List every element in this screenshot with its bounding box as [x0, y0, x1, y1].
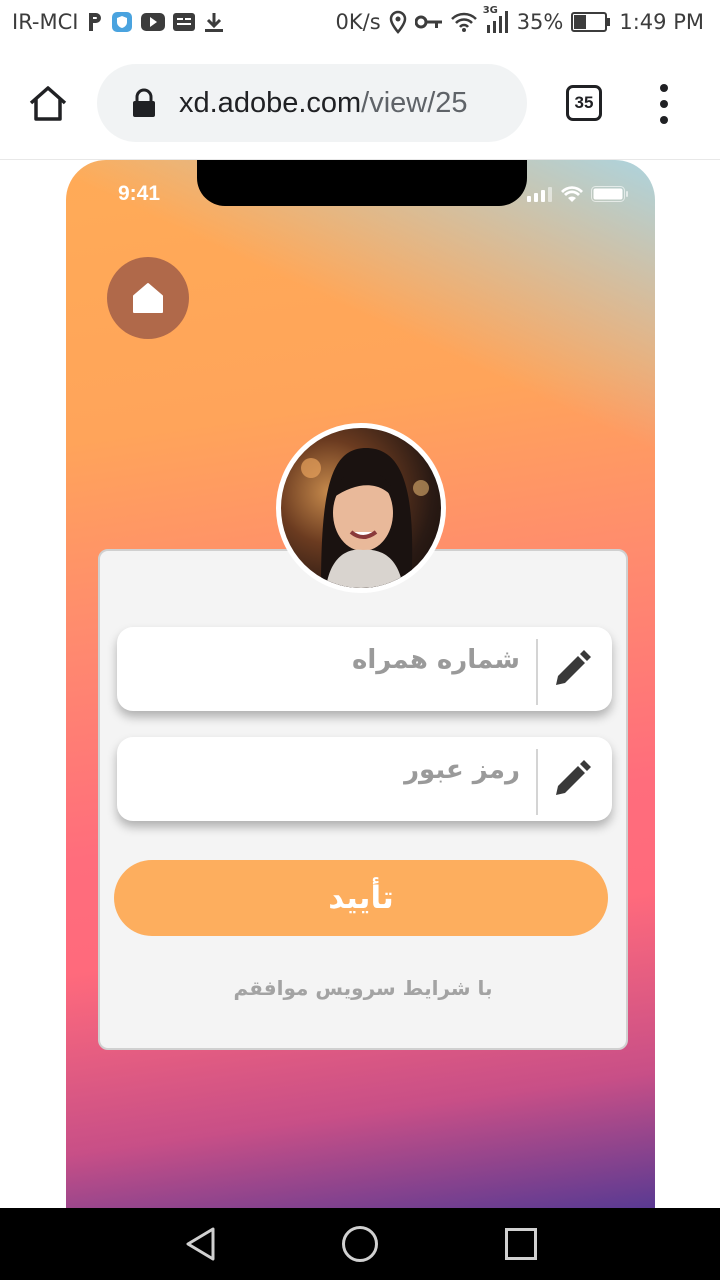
nav-home-button[interactable]	[342, 1226, 378, 1262]
shield-icon	[111, 11, 133, 33]
confirm-button[interactable]: تأیید	[114, 860, 608, 936]
url-path: /view/25	[361, 86, 468, 119]
clock: 1:49 PM	[619, 10, 704, 34]
tab-count: 35	[574, 93, 594, 112]
login-card: شماره همراه رمز عبور تأیید با شرایط سروی…	[98, 549, 628, 1050]
tab-switcher-button[interactable]: 35	[566, 85, 602, 121]
phone-placeholder: شماره همراه	[351, 645, 520, 675]
terms-link[interactable]: با شرایط سرویس موافقم	[100, 976, 626, 1000]
ios-signal-icon	[527, 187, 552, 202]
status-bar: IR-MCI 0K/s 3G 35% 1:49 PM	[0, 0, 720, 50]
field-divider	[536, 639, 538, 705]
prototype-artboard: 9:41 شماره همراه رمز عبور تأیید با شرایط…	[66, 160, 655, 1208]
ios-clock: 9:41	[118, 182, 161, 205]
ios-battery-icon	[591, 186, 628, 202]
network-speed: 0K/s	[335, 10, 381, 34]
battery-icon	[571, 12, 611, 32]
phone-field[interactable]: شماره همراه	[117, 627, 612, 711]
url-text: xd.adobe.com/view/25	[179, 87, 468, 120]
back-icon[interactable]	[183, 1226, 219, 1262]
lock-icon	[133, 88, 155, 117]
menu-dot	[660, 100, 668, 108]
avatar-photo	[301, 448, 429, 588]
carrier-label: IR-MCI	[12, 10, 79, 34]
key-icon	[414, 14, 443, 30]
home-icon	[29, 86, 67, 121]
pencil-icon	[556, 760, 591, 795]
location-icon	[389, 10, 407, 34]
home-button[interactable]	[107, 257, 189, 339]
p-app-icon	[87, 11, 103, 33]
browser-menu-button[interactable]	[652, 84, 676, 124]
password-field[interactable]: رمز عبور	[117, 737, 612, 821]
home-icon	[133, 283, 163, 313]
password-placeholder: رمز عبور	[404, 755, 520, 785]
field-divider	[536, 749, 538, 815]
address-bar[interactable]: xd.adobe.com/view/25	[97, 64, 527, 142]
signal-icon: 3G	[483, 5, 509, 33]
menu-dot	[660, 116, 668, 124]
phone-notch	[197, 160, 527, 206]
browser-toolbar: xd.adobe.com/view/25 35	[0, 50, 720, 160]
network-type: 3G	[482, 5, 498, 16]
browser-home-button[interactable]	[26, 82, 70, 126]
profile-avatar	[276, 423, 446, 593]
download-icon	[203, 11, 225, 33]
recent-apps-button[interactable]	[505, 1228, 537, 1260]
ge-app-icon	[172, 13, 195, 31]
battery-percent: 35%	[516, 10, 564, 34]
wifi-icon	[450, 11, 477, 33]
android-nav-bar	[0, 1208, 720, 1280]
ios-status-icons	[527, 186, 629, 202]
menu-dot	[660, 84, 668, 92]
url-host: xd.adobe.com	[179, 86, 362, 119]
pencil-icon	[556, 650, 591, 685]
youtube-icon	[140, 13, 165, 31]
ios-wifi-icon	[561, 186, 583, 202]
